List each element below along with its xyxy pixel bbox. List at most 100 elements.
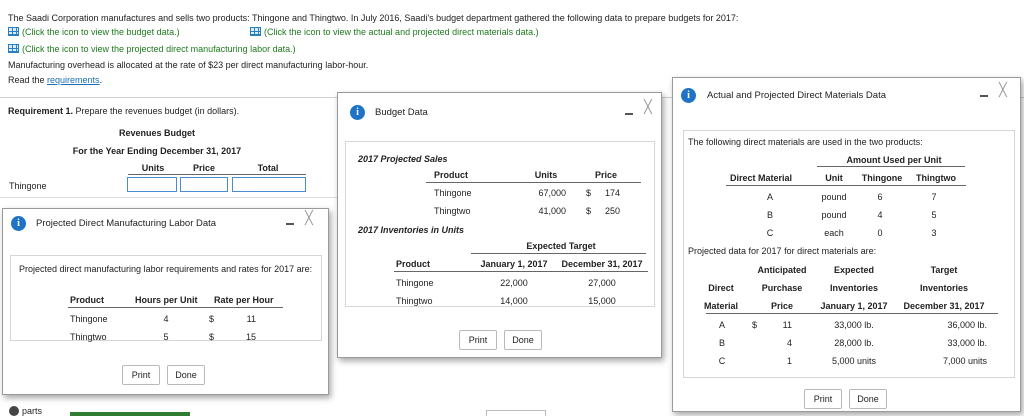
labor-rate: 15 [245, 332, 256, 342]
done-button[interactable]: Done [849, 389, 887, 409]
proj-h1-jan: Expected [833, 265, 875, 275]
mat-col-thingtwo: Thingtwo [916, 173, 956, 183]
print-button[interactable]: Print [459, 330, 497, 350]
proj-dollar: $ [752, 320, 758, 330]
requirement-heading: Requirement 1. Prepare the revenues budg… [8, 106, 239, 116]
mat-header-line [726, 185, 966, 186]
labor-col-product: Product [70, 295, 105, 305]
col-units: Units [141, 163, 165, 173]
read-prefix: Read the [8, 75, 48, 85]
labor-col-rate: Rate per Hour [214, 295, 274, 305]
sales-product: Thingtwo [434, 206, 471, 216]
mat-thingone: 0 [877, 228, 883, 238]
info-icon: i [681, 88, 696, 103]
sales-dollar: $ [586, 206, 592, 216]
mat-name: A [766, 192, 773, 202]
proj-dec: 33,000 lb. [947, 338, 987, 348]
minimize-icon[interactable] [980, 95, 988, 97]
labor-hours: 4 [163, 314, 169, 324]
mat-unit: pound [821, 192, 847, 202]
done-button[interactable]: Done [504, 330, 542, 350]
proj-header-line [706, 313, 998, 314]
group-line [471, 253, 646, 254]
proj-h2-price: Purchase [761, 283, 803, 293]
proj-h3-mat: Material [703, 301, 738, 311]
row-label-thingone: Thingone [9, 181, 47, 191]
budget-data-link[interactable]: (Click the icon to view the budget data.… [8, 27, 180, 37]
requirement-text: Prepare the revenues budget (in dollars)… [73, 106, 240, 116]
col-price: Price [192, 163, 216, 173]
parts-icon [9, 406, 19, 416]
mat-col-unit: Unit [825, 173, 843, 183]
mat-col-thingone: Thingone [861, 173, 903, 183]
progress-bar [70, 412, 190, 416]
proj-h2-mat: Direct [708, 283, 734, 293]
materials-data-link[interactable]: (Click the icon to view the actual and p… [250, 27, 539, 37]
sales-units: 41,000 [538, 206, 566, 216]
inv-jan: 14,000 [500, 296, 528, 306]
window-title: Actual and Projected Direct Materials Da… [707, 90, 886, 101]
table-icon[interactable] [250, 27, 261, 36]
close-icon[interactable]: ╳ [999, 83, 1007, 96]
print-button[interactable]: Print [804, 389, 842, 409]
overhead-text: Manufacturing overhead is allocated at t… [8, 60, 369, 70]
labor-dollar: $ [209, 314, 215, 324]
mat-thingone: 4 [877, 210, 883, 220]
sales-header-line [426, 182, 641, 183]
budget-content: 2017 Projected Sales Product Units Price… [345, 141, 655, 307]
projected-description: Projected data for 2017 for direct mater… [688, 246, 877, 256]
labor-dollar: $ [209, 332, 215, 342]
mat-thingtwo: 7 [931, 192, 937, 202]
thingone-price-input[interactable] [180, 177, 228, 192]
proj-mat: A [718, 320, 725, 330]
materials-link-label[interactable]: (Click the icon to view the actual and p… [264, 27, 539, 37]
minimize-icon[interactable] [625, 113, 633, 115]
proj-jan: 33,000 lb. [834, 320, 874, 330]
window-title: Budget Data [375, 107, 428, 118]
inv-dec: 15,000 [588, 296, 616, 306]
labor-col-hours: Hours per Unit [135, 295, 198, 305]
labor-description: Projected direct manufacturing labor req… [19, 264, 313, 274]
inv-col-dec: December 31, 2017 [561, 259, 643, 269]
table-icon[interactable] [8, 27, 19, 36]
proj-price: 11 [782, 320, 792, 330]
revenues-budget-subtitle: For the Year Ending December 31, 2017 [72, 146, 242, 156]
budget-link-label[interactable]: (Click the icon to view the budget data.… [22, 27, 180, 37]
proj-h1-dec: Target [930, 265, 958, 275]
close-icon[interactable]: ╳ [305, 211, 313, 224]
done-button[interactable]: Done [167, 365, 205, 385]
print-button[interactable]: Print [122, 365, 160, 385]
labor-data-link[interactable]: (Click the icon to view the projected di… [8, 44, 296, 54]
labor-rate: 11 [246, 314, 256, 324]
requirements-link[interactable]: requirements [47, 75, 100, 85]
labor-hours: 5 [163, 332, 169, 342]
mat-name: B [766, 210, 773, 220]
read-requirements: Read the requirements. [8, 75, 102, 85]
mat-unit: each [824, 228, 844, 238]
inventories-heading: 2017 Inventories in Units [358, 225, 465, 235]
expected-target-label: Expected Target [526, 241, 596, 251]
row-divider [0, 197, 340, 198]
proj-price: 4 [786, 338, 792, 348]
inv-jan: 22,000 [500, 278, 528, 288]
labor-data-window: i Projected Direct Manufacturing Labor D… [2, 208, 329, 395]
thingone-units-input[interactable] [127, 177, 177, 192]
proj-h2-jan: Inventories [829, 283, 878, 293]
sales-price: 250 [604, 206, 620, 216]
mat-name: C [766, 228, 774, 238]
sales-dollar: $ [586, 188, 592, 198]
table-icon[interactable] [8, 44, 19, 53]
labor-link-label[interactable]: (Click the icon to view the projected di… [22, 44, 296, 54]
bottom-button-edge [486, 410, 546, 416]
info-icon: i [11, 216, 26, 231]
amount-used-label: Amount Used per Unit [846, 155, 942, 165]
close-icon[interactable]: ╳ [644, 100, 652, 113]
minimize-icon[interactable] [286, 223, 294, 225]
labor-content: Projected direct manufacturing labor req… [10, 255, 322, 342]
revenues-budget-title: Revenues Budget [118, 128, 196, 138]
proj-mat: C [718, 356, 726, 366]
sales-product: Thingone [434, 188, 472, 198]
thingone-total-input[interactable] [232, 177, 306, 192]
proj-h3-dec: December 31, 2017 [903, 301, 985, 311]
group-line [817, 166, 965, 167]
